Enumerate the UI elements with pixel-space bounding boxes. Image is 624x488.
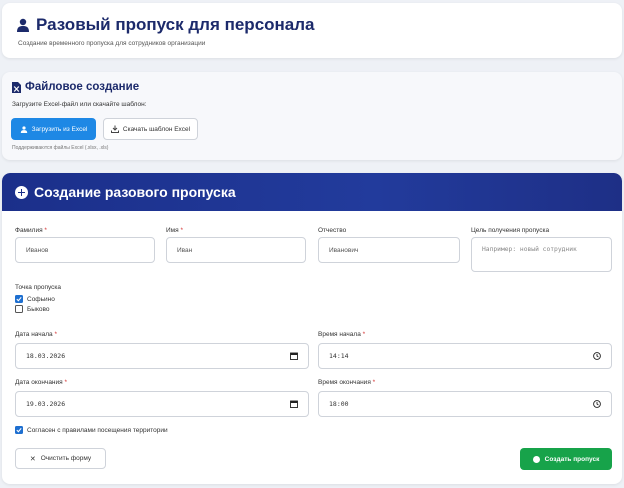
- file-creation-section: Файловое создание Загрузите Excel-файл и…: [2, 72, 622, 160]
- clock-icon[interactable]: [593, 352, 601, 360]
- surname-input[interactable]: Иванов: [15, 237, 155, 263]
- end-date-input[interactable]: 19.03.2026: [15, 391, 309, 417]
- checkpoint-bykovo-checkbox[interactable]: Быково: [15, 305, 49, 313]
- form-title: Создание разового пропуска: [34, 184, 236, 200]
- start-time-value: 14:14: [329, 352, 349, 360]
- file-section-title-row: Файловое создание: [12, 81, 139, 93]
- pass-form: Создание разового пропуска Фамилия * Ива…: [2, 173, 622, 484]
- purpose-label: Цель получения пропуска: [471, 227, 550, 234]
- agree-rules-checkbox[interactable]: Согласен с правилами посещения территори…: [15, 426, 168, 434]
- upload-user-icon: [20, 125, 27, 133]
- clear-form-label: Очистить форму: [40, 455, 92, 462]
- name-input[interactable]: Иван: [166, 237, 306, 263]
- page-header: Разовый пропуск для персонала Создание в…: [2, 3, 622, 58]
- page-title-row: Разовый пропуск для персонала: [16, 15, 315, 35]
- upload-excel-button[interactable]: Загрузить из Excel: [11, 118, 96, 140]
- clear-form-button[interactable]: ✕ Очистить форму: [15, 448, 106, 469]
- checkpoint-sofino-label: Софьино: [27, 295, 55, 303]
- checkpoint-bykovo-label: Быково: [27, 305, 50, 313]
- start-time-label: Время начала *: [318, 331, 366, 338]
- close-icon: ✕: [29, 455, 36, 463]
- name-label: Имя *: [166, 227, 184, 234]
- form-header: Создание разового пропуска: [2, 173, 622, 211]
- calendar-icon[interactable]: [290, 400, 298, 408]
- agree-rules-label: Согласен с правилами посещения территори…: [27, 426, 168, 434]
- patronymic-input[interactable]: Иванович: [318, 237, 460, 263]
- checked-icon: [15, 295, 23, 303]
- end-time-value: 18:00: [329, 400, 349, 408]
- create-pass-button[interactable]: Создать пропуск: [520, 448, 612, 470]
- end-date-value: 19.03.2026: [26, 400, 66, 408]
- start-date-input[interactable]: 18.03.2026: [15, 343, 309, 369]
- download-template-button[interactable]: Скачать шаблон Excel: [103, 118, 198, 140]
- create-pass-label: Создать пропуск: [544, 455, 600, 463]
- download-template-label: Скачать шаблон Excel: [122, 125, 191, 133]
- download-icon: [110, 125, 119, 133]
- page-title: Разовый пропуск для персонала: [36, 15, 315, 34]
- end-date-label: Дата окончания *: [15, 379, 68, 386]
- file-excel-icon: [12, 81, 21, 93]
- checkpoint-sofino-checkbox[interactable]: Софьино: [15, 295, 55, 303]
- file-section-label: Загрузите Excel-файл или скачайте шаблон…: [12, 101, 147, 108]
- circle-icon: [532, 455, 540, 463]
- file-section-title: Файловое создание: [25, 81, 140, 93]
- purpose-textarea[interactable]: Например: новый сотрудник: [471, 237, 612, 272]
- unchecked-icon: [15, 305, 23, 313]
- surname-label: Фамилия *: [15, 227, 47, 234]
- end-time-input[interactable]: 18:00: [318, 391, 612, 417]
- plus-circle-icon: [15, 185, 28, 199]
- clock-icon[interactable]: [593, 400, 601, 408]
- upload-excel-label: Загрузить из Excel: [31, 125, 88, 133]
- start-time-input[interactable]: 14:14: [318, 343, 612, 369]
- checkpoint-label: Точка пропуска: [15, 284, 62, 291]
- end-time-label: Время окончания *: [318, 379, 376, 386]
- file-formats-note: Поддерживаются файлы Excel (.xlsx, .xls): [12, 145, 109, 151]
- user-icon: [17, 18, 29, 32]
- start-date-value: 18.03.2026: [26, 352, 66, 360]
- calendar-icon[interactable]: [290, 352, 298, 360]
- page-subtitle: Создание временного пропуска для сотрудн…: [18, 40, 206, 47]
- start-date-label: Дата начала *: [15, 331, 58, 338]
- patronymic-label: Отчество: [318, 227, 347, 234]
- checked-icon: [15, 426, 23, 434]
